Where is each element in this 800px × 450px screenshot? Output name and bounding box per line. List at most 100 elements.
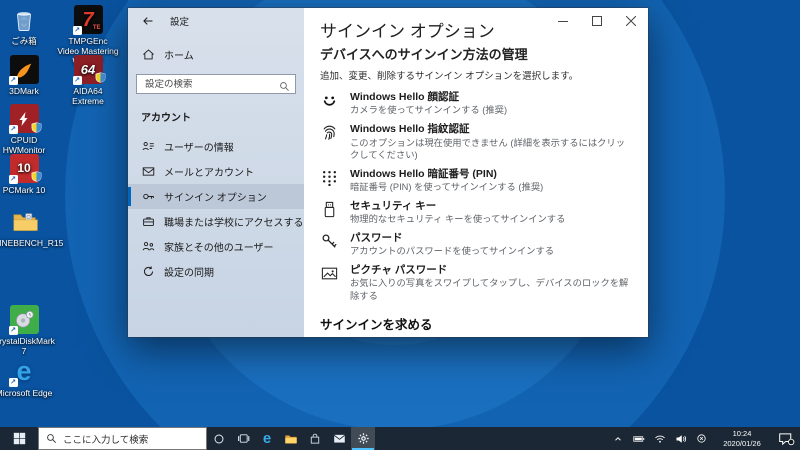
pin-pad-icon (320, 168, 339, 193)
speaker-icon (676, 434, 686, 443)
sidebar-item-work-school[interactable]: 職場または学校にアクセスする (128, 209, 304, 234)
option-windows-hello-pin[interactable]: Windows Hello 暗証番号 (PIN) 暗証番号 (PIN) を使って… (320, 168, 630, 193)
uac-shield-icon (31, 122, 42, 135)
sidebar-item-email-accounts[interactable]: メールとアカウント (128, 159, 304, 184)
maximize-button[interactable] (580, 8, 614, 33)
sidebar-home-label: ホーム (164, 50, 194, 62)
mail-app-button[interactable] (327, 427, 351, 450)
desktop-icon-crystaldiskmark[interactable]: ↗ CrystalDiskMark 7 (0, 305, 55, 356)
key-icon (141, 190, 155, 203)
desktop-icon-label: AIDA64 Extreme (72, 86, 104, 107)
sidebar-item-user-info[interactable]: ユーザーの情報 (128, 134, 304, 159)
window-titlebar: 設定 (128, 8, 304, 34)
start-button[interactable] (0, 427, 38, 450)
sidebar-item-label: ユーザーの情報 (164, 143, 234, 154)
search-icon (279, 79, 290, 97)
option-desc: カメラを使ってサインインする (推奨) (350, 105, 508, 116)
desktop-icon-cinebench[interactable]: CINEBENCH_R15 (0, 207, 63, 248)
desktop-icon-label: 3DMark (9, 86, 39, 96)
action-center-icon (778, 432, 794, 445)
file-explorer-button[interactable] (279, 427, 303, 450)
task-view-icon (237, 434, 249, 443)
shortcut-arrow-icon: ↗ (72, 26, 82, 35)
sidebar-nav: ユーザーの情報 メールとアカウント サインイン オプション 職場または学校にアク… (128, 134, 304, 284)
network-icon (654, 435, 665, 443)
shortcut-arrow-icon: ↗ (72, 76, 82, 85)
taskbar-edge-button[interactable]: e (255, 427, 279, 450)
option-title: Windows Hello 暗証番号 (PIN) (350, 167, 497, 180)
sidebar-item-sync-settings[interactable]: 設定の同期 (128, 259, 304, 284)
sidebar-item-family-users[interactable]: 家族とその他のユーザー (128, 234, 304, 259)
taskbar-search-placeholder: ここに入力して検索 (63, 434, 149, 446)
sidebar-item-label: 家族とその他のユーザー (164, 243, 274, 254)
tray-battery-button[interactable] (631, 427, 646, 450)
desktop-icon-label: Microsoft Edge (0, 388, 53, 398)
clock-date: 2020/01/26 (723, 438, 761, 448)
settings-app-button[interactable] (351, 427, 375, 450)
minimize-button[interactable] (546, 8, 580, 33)
tray-show-hidden-icons-button[interactable] (610, 427, 625, 450)
desktop-icon-edge[interactable]: e ↗ Microsoft Edge (0, 356, 55, 399)
option-picture-password[interactable]: ピクチャ パスワード お気に入りの写真をスワイプしてタップし、デバイスのロックを… (320, 264, 630, 301)
desktop-icon-label: PCMark 10 (2, 185, 46, 195)
microsoft-store-button[interactable] (303, 427, 327, 450)
sidebar-item-home[interactable]: ホーム (128, 42, 304, 66)
tray-network-button[interactable] (652, 427, 667, 450)
family-icon (141, 240, 155, 253)
desktop-icon-pcmark-10[interactable]: 10 ↗ PCMark 10 (0, 154, 55, 195)
option-password[interactable]: パスワード アカウントのパスワードを使ってサインインする (320, 232, 630, 257)
cortana-icon (214, 434, 224, 443)
page-description: 追加、変更、削除するサインイン オプションを選択します。 (320, 71, 579, 83)
cortana-button[interactable] (207, 427, 231, 450)
desktop-icon-cpuid-hwmonitor[interactable]: ↗ CPUID HWMonitor (0, 104, 55, 155)
mail-icon (333, 434, 345, 443)
back-button[interactable] (140, 13, 156, 29)
clock-time: 10:24 (732, 428, 752, 438)
3dmark-icon: ↗ (8, 55, 39, 85)
desktop-icon-label: ごみ箱 (11, 36, 37, 46)
settings-sidebar: 設定 ホーム アカウント ユーザーの情 (128, 8, 304, 337)
home-icon (141, 48, 155, 61)
circle-x-icon (697, 434, 706, 443)
taskbar-clock[interactable]: 10:24 2020/01/26 (715, 429, 769, 449)
settings-search-input[interactable] (137, 78, 295, 90)
desktop-icon-recycle-bin[interactable]: ごみ箱 (0, 5, 55, 46)
option-title: パスワード (350, 232, 403, 245)
tray-volume-button[interactable] (673, 427, 688, 450)
briefcase-icon (141, 215, 155, 228)
back-arrow-icon (143, 17, 153, 25)
password-key-icon (320, 232, 339, 257)
window-title: 設定 (170, 17, 190, 28)
option-security-key[interactable]: セキュリティ キー 物理的なセキュリティ キーを使ってサインインする (320, 200, 630, 225)
task-view-button[interactable] (231, 427, 255, 450)
edge-icon: e ↗ (8, 356, 32, 387)
desktop-icon-aida64[interactable]: 64 ↗ AIDA64 Extreme (57, 55, 119, 106)
option-windows-hello-face[interactable]: Windows Hello 顔認証 カメラを使ってサインインする (推奨) (320, 91, 630, 116)
uac-shield-icon (31, 171, 42, 185)
shortcut-arrow-icon: ↗ (8, 378, 18, 387)
signin-options-content: サインイン オプション デバイスへのサインイン方法の管理 追加、変更、削除するサ… (304, 8, 648, 337)
option-title: ピクチャ パスワード (350, 264, 448, 277)
close-button[interactable] (614, 8, 648, 33)
gear-icon (357, 433, 369, 444)
search-icon (47, 434, 56, 443)
tray-status-button[interactable] (694, 427, 709, 450)
taskbar: ここに入力して検索 e 10:24 2020/01/26 (0, 427, 800, 450)
aida64-icon: 64 ↗ (72, 55, 106, 86)
system-tray: 10:24 2020/01/26 (610, 427, 800, 450)
option-desc: 暗証番号 (PIN) を使ってサインインする (推奨) (350, 181, 544, 192)
action-center-button[interactable] (775, 427, 797, 450)
sidebar-item-signin-options[interactable]: サインイン オプション (128, 184, 304, 209)
option-title: Windows Hello 顔認証 (350, 91, 459, 104)
sidebar-group-label: アカウント (141, 113, 191, 124)
user-info-icon (141, 140, 155, 153)
option-title: セキュリティ キー (350, 199, 437, 212)
uac-shield-icon (95, 71, 106, 86)
desktop-icon-3dmark[interactable]: ↗ 3DMark (0, 55, 55, 96)
folder-icon (10, 207, 39, 236)
settings-search-box[interactable] (136, 74, 296, 94)
face-icon (320, 91, 339, 116)
taskbar-search-box[interactable]: ここに入力して検索 (38, 427, 207, 450)
option-windows-hello-fingerprint[interactable]: Windows Hello 指紋認証 このオプションは現在使用できません (詳細… (320, 123, 630, 160)
security-key-icon (320, 200, 339, 225)
